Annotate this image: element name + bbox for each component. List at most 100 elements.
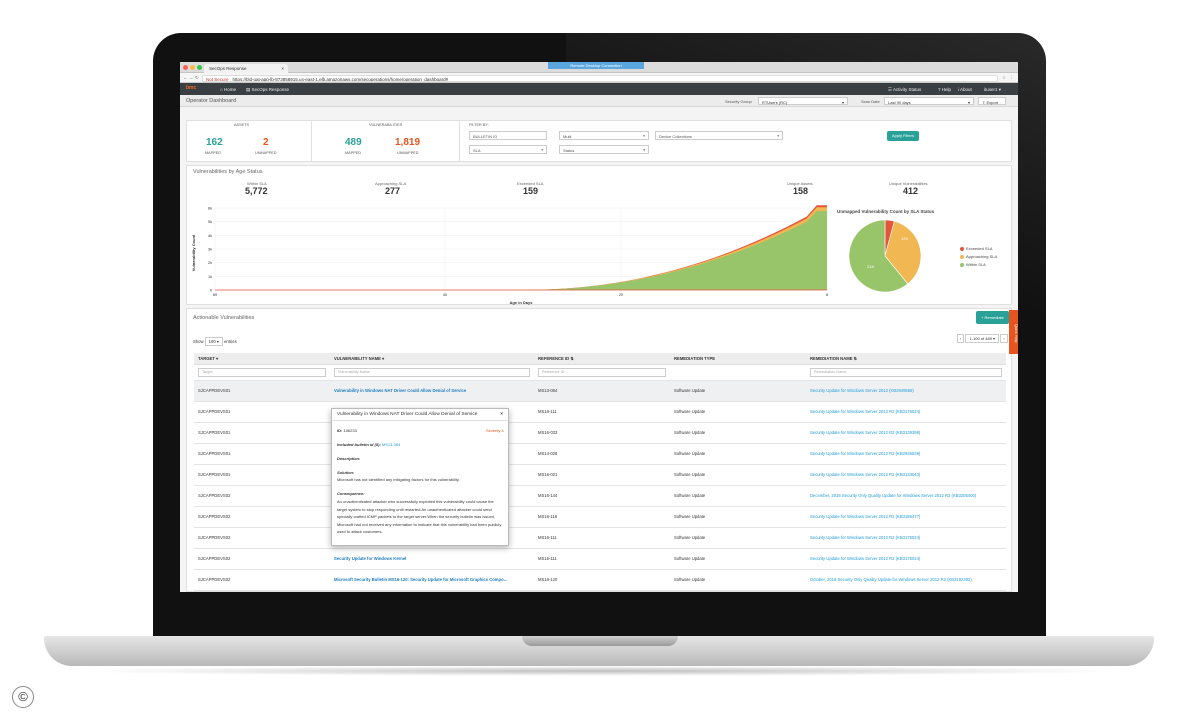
device-collections-select[interactable]: Device Collections ▾ [655, 131, 783, 140]
quick-help-tab[interactable]: Quick Help [1009, 310, 1018, 354]
remediation-type-cell: Software Update [670, 506, 806, 528]
column-header-reference[interactable]: REFERENCE ID ⇅ [534, 353, 670, 365]
remediation-name-cell: Security Update for Windows Server 2012 … [806, 422, 1006, 444]
y-tick-label: 4k [208, 234, 212, 238]
column-header-remediation-type[interactable]: REMEDIATION TYPE [670, 353, 806, 365]
reference-cell: MS13-064 [534, 380, 670, 402]
minimize-window-icon[interactable] [190, 65, 195, 70]
remediation-name-cell: December, 2016 Security Only Quality Upd… [806, 485, 1006, 507]
table-row[interactable]: SJCAPPDEVS01 MS16-021 Software Update Secur… [194, 464, 1006, 486]
url-input[interactable]: Not Secure https://bld-uat-app-lb-8738589… [202, 74, 998, 82]
target-cell-text: SJCAPPDEVS01 [198, 409, 231, 414]
target-cell: SJCAPPDEVS02 [194, 548, 330, 570]
nav-activity-status[interactable]: ☰ Activity Status [888, 87, 921, 93]
remediate-button[interactable]: + Remediate [976, 311, 1009, 324]
page-range-select[interactable]: 1-100 of 489 ▾ [965, 334, 1000, 343]
vulnerability-cell-text[interactable]: Microsoft Security Bulletin MS16-120: Se… [334, 577, 507, 582]
age-status-title: Vulnerabilities by Age Status [193, 169, 263, 175]
tab-close-icon[interactable]: × [281, 66, 284, 71]
chevron-down-icon: ▾ [643, 148, 645, 152]
nav-secops[interactable]: ▤ SecOps Response [246, 87, 289, 93]
severity-badge: Severity 4 [486, 428, 504, 433]
vulns-mapped-count[interactable]: 489 [345, 137, 362, 148]
page-size-select[interactable]: 100 ▾ [204, 337, 223, 346]
remediation-name-cell-text[interactable]: Security Update for Windows Server 2012 … [810, 472, 920, 477]
remediation-name-cell-text[interactable]: Security Update for Windows Server 2012 … [810, 451, 920, 456]
remediation-name-cell-text[interactable]: October, 2016 Security Only Quality Upda… [810, 577, 972, 582]
sla-pie-chart: 125 218 [849, 219, 922, 293]
export-button[interactable]: ⇪ Export [978, 97, 1006, 105]
bulletin-link[interactable]: MS13-064 [382, 442, 400, 447]
remediation-type-cell-text: Software Update [674, 472, 706, 477]
nav-user-menu[interactable]: ituser1 ▾ [984, 87, 1001, 93]
maximize-window-icon[interactable] [197, 65, 202, 70]
remediation-name-cell-text[interactable]: Security Update for Windows Server 2012 … [810, 556, 920, 561]
column-header-remediation-name[interactable]: REMEDIATION NAME ⇅ [806, 353, 1006, 365]
bulletin-placeholder: BULLETIN ID [473, 134, 498, 139]
table-row[interactable]: SJCAPPDEVS02 MS16-144 Software Update Decem… [194, 485, 1006, 507]
target-cell: SJCAPPDEVS01 [194, 401, 330, 423]
reference-filter-input[interactable]: Reference ID [538, 367, 666, 377]
remote-banner: Remote Desktop Connection [548, 62, 644, 69]
column-header-target[interactable]: TARGET ▾ [194, 353, 330, 365]
nav-home[interactable]: ⌂ Home [220, 87, 236, 92]
reload-icon[interactable]: ↻ [195, 75, 199, 81]
vulnerability-filter-input[interactable]: Vulnerability Name [334, 367, 530, 377]
table-row[interactable]: SJCAPPDEVS02 Microsoft Security Bulletin … [194, 569, 1006, 591]
close-window-icon[interactable] [183, 65, 188, 70]
forward-icon[interactable]: → [189, 75, 194, 80]
table-row[interactable]: SJCAPPDEVS02 Security Update for Windows … [194, 548, 1006, 570]
popup-bulletin-row: Included bulletin id (5): MS13-064 [337, 442, 400, 447]
bulletin-id-input[interactable]: BULLETIN ID [469, 131, 547, 140]
close-icon[interactable]: × [500, 412, 503, 417]
remediation-name-cell-text[interactable]: Security Update for Windows Server 2012 … [810, 535, 920, 540]
bookmark-icon[interactable]: ☆ [1002, 75, 1006, 81]
browser-tab[interactable]: SecOps Response × [204, 64, 288, 73]
multi-value: Multi [563, 134, 572, 139]
nav-about[interactable]: i About [958, 87, 972, 92]
remediation-name-cell-text[interactable]: Security Update for Windows Server 2012 … [810, 388, 914, 393]
table-row[interactable]: SJCAPPDEVS02 MS16-111 Software Update Secur… [194, 527, 1006, 549]
vulnerabilities-title: VULNERABILITIES [369, 123, 403, 127]
nav-help[interactable]: ? Help [938, 87, 951, 92]
multi-select[interactable]: Multi ▾ [559, 131, 649, 140]
column-label: REMEDIATION TYPE [674, 355, 716, 361]
remediation-name-cell-text[interactable]: Security Update for Windows Server 2012 … [810, 514, 920, 519]
remediation-name-cell-text[interactable]: December, 2016 Security Only Quality Upd… [810, 493, 976, 498]
status-select[interactable]: Status ▾ [559, 145, 649, 154]
table-row[interactable]: SJCAPPDEVS01 Vulnerability in Windows NAT… [194, 380, 1006, 402]
vulnerability-cell-text[interactable]: Security Update for Windows Kernel [334, 556, 406, 561]
assets-mapped-count[interactable]: 162 [206, 137, 223, 148]
browser-menu-icon[interactable]: ⋮ [1010, 75, 1015, 81]
remediation-name-cell: Security Update for Windows Server 2012 … [806, 443, 1006, 465]
target-cell-text: SJCAPPDEVS01 [198, 451, 231, 456]
remediation-type-cell: Software Update [670, 380, 806, 402]
table-row[interactable]: SJCAPPDEVS01 MS16-033 Software Update Secur… [194, 422, 1006, 444]
target-cell-text: SJCAPPDEVS02 [198, 556, 231, 561]
scan-date-select[interactable]: Last 90 days ▾ [884, 97, 974, 105]
nav-about-label: About [960, 86, 972, 92]
vulns-unmapped-count[interactable]: 1,819 [395, 137, 420, 148]
y-tick-label: 1k [208, 275, 212, 279]
sla-select[interactable]: SLA ▾ [469, 145, 547, 154]
back-icon[interactable]: ← [183, 75, 188, 80]
remediation-filter-input[interactable]: Remediation Name [810, 367, 1002, 377]
assets-unmapped-count[interactable]: 2 [263, 137, 269, 148]
tab-title: SecOps Response [209, 66, 247, 71]
remediation-type-cell-text: Software Update [674, 388, 706, 393]
status-value: Status [563, 148, 575, 153]
apply-filters-button[interactable]: Apply Filters [887, 131, 919, 141]
target-filter-input[interactable]: Target [198, 367, 326, 377]
remediation-name-cell-text[interactable]: Security Update for Windows Server 2012 … [810, 430, 920, 435]
prev-page-button[interactable]: ‹ [957, 334, 965, 343]
legend-exceeded: Exceeded SLA [960, 246, 992, 251]
table-row[interactable]: SJCAPPDEVS01 MS14-028 Software Update Secur… [194, 443, 1006, 465]
vulnerability-cell-text[interactable]: Vulnerability in Windows NAT Driver Coul… [334, 388, 466, 393]
remediation-name-cell-text[interactable]: Security Update for Windows Server 2012 … [810, 409, 920, 414]
column-header-vulnerability[interactable]: VULNERABILITY NAME ▾ [330, 353, 534, 365]
security-group-select[interactable]: RTUsers (RC) ▾ [758, 97, 848, 105]
reference-cell-text: MS16-111 [538, 409, 557, 414]
table-row[interactable]: SJCAPPDEVS02 MS16-118 Software Update Secur… [194, 506, 1006, 528]
table-row[interactable]: SJCAPPDEVS01 MS16-111 Software Update Secur… [194, 401, 1006, 423]
next-page-button[interactable]: › [1000, 334, 1008, 343]
